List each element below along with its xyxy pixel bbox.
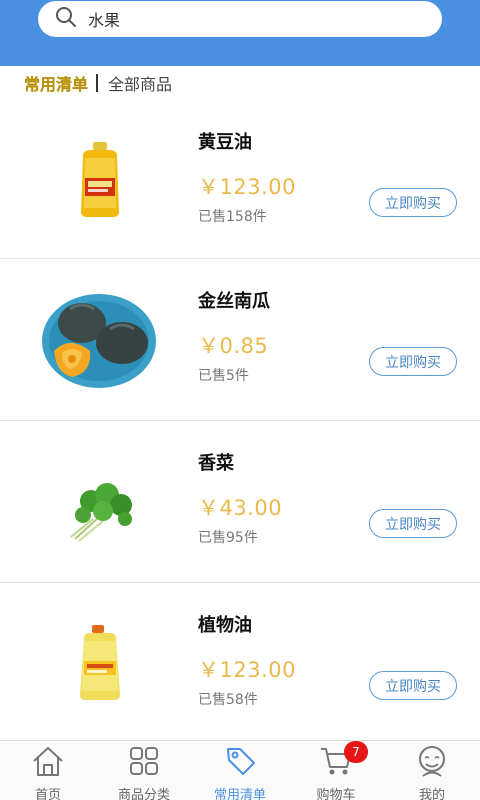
tab-label: 购物车 bbox=[316, 788, 356, 800]
buy-now-button[interactable]: 立即购买 bbox=[369, 347, 457, 376]
product-name[interactable]: 金丝南瓜 bbox=[198, 287, 270, 313]
product-sold-count: 已售58件 bbox=[198, 692, 258, 708]
tab-home[interactable]: 首页 bbox=[0, 741, 96, 800]
grid-icon bbox=[127, 745, 161, 781]
tab-common-list-nav[interactable]: 常用清单 bbox=[192, 741, 288, 800]
product-list: 黄豆油 ￥123.00 已售158件 立即购买 金丝南瓜 ￥0.85 已售5件 … bbox=[0, 100, 480, 745]
tab-all-products[interactable]: 全部商品 bbox=[108, 71, 172, 95]
buy-now-button[interactable]: 立即购买 bbox=[369, 509, 457, 538]
search-box[interactable] bbox=[38, 1, 442, 37]
user-icon bbox=[415, 745, 449, 781]
product-item[interactable]: 黄豆油 ￥123.00 已售158件 立即购买 bbox=[0, 100, 480, 259]
list-tabs: 常用清单 全部商品 bbox=[0, 66, 480, 100]
search-icon[interactable] bbox=[54, 5, 88, 33]
product-name[interactable]: 黄豆油 bbox=[198, 128, 252, 154]
cart-badge: 7 bbox=[344, 741, 368, 763]
product-sold-count: 已售95件 bbox=[198, 530, 258, 546]
tab-cart[interactable]: 7 购物车 bbox=[288, 741, 384, 800]
tag-icon bbox=[223, 745, 257, 781]
product-name[interactable]: 香菜 bbox=[198, 449, 234, 475]
tab-label: 常用清单 bbox=[213, 788, 266, 800]
tab-label: 首页 bbox=[34, 788, 61, 800]
header bbox=[0, 0, 480, 66]
coriander-image[interactable] bbox=[40, 451, 160, 571]
tab-divider bbox=[96, 74, 99, 92]
product-item[interactable]: 植物油 ￥123.00 已售58件 立即购买 bbox=[0, 583, 480, 745]
product-price: ￥0.85 bbox=[198, 334, 269, 358]
tab-categories[interactable]: 商品分类 bbox=[96, 741, 192, 800]
tab-label: 我的 bbox=[418, 788, 445, 800]
product-name[interactable]: 植物油 bbox=[198, 611, 252, 637]
buy-now-button[interactable]: 立即购买 bbox=[369, 188, 457, 217]
product-item[interactable]: 金丝南瓜 ￥0.85 已售5件 立即购买 bbox=[0, 259, 480, 421]
product-sold-count: 已售158件 bbox=[198, 209, 267, 225]
tab-common-list[interactable]: 常用清单 bbox=[24, 71, 88, 95]
pumpkin-image[interactable] bbox=[40, 281, 158, 401]
product-price: ￥123.00 bbox=[198, 175, 296, 199]
bottom-tab-bar: 首页 商品分类 常用清单 7 购物车 我的 bbox=[0, 740, 480, 800]
product-sold-count: 已售5件 bbox=[198, 368, 249, 384]
tab-profile[interactable]: 我的 bbox=[384, 741, 480, 800]
vegetable-oil-image[interactable] bbox=[40, 603, 160, 723]
soybean-oil-image[interactable] bbox=[40, 120, 160, 240]
tab-label: 商品分类 bbox=[117, 788, 170, 800]
home-icon bbox=[31, 745, 65, 781]
product-item[interactable]: 香菜 ￥43.00 已售95件 立即购买 bbox=[0, 421, 480, 583]
product-price: ￥123.00 bbox=[198, 658, 296, 682]
search-input[interactable] bbox=[88, 9, 408, 29]
buy-now-button[interactable]: 立即购买 bbox=[369, 671, 457, 700]
product-price: ￥43.00 bbox=[198, 496, 283, 520]
